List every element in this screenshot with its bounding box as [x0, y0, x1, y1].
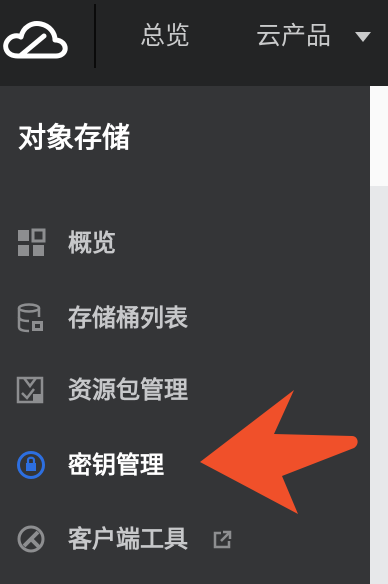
- sidebar-item-overview[interactable]: 概览: [0, 218, 370, 268]
- bucket-database-icon: [17, 303, 43, 333]
- pointer-arrow-annotation: [200, 390, 358, 514]
- sidebar-item-client-tools[interactable]: 客户端工具: [0, 514, 370, 564]
- header-divider: [94, 4, 96, 68]
- external-link-icon[interactable]: [212, 530, 232, 550]
- client-tool-icon: [17, 525, 45, 553]
- top-navigation-bar: 总览 云产品: [0, 0, 388, 86]
- caret-down-icon[interactable]: [355, 32, 371, 42]
- sidebar-item-label: 客户端工具: [68, 525, 188, 553]
- resource-package-icon: [16, 376, 44, 404]
- sidebar-item-label: 资源包管理: [68, 376, 188, 404]
- nav-overview[interactable]: 总览: [140, 19, 190, 53]
- sidebar-title: 对象存储: [18, 121, 131, 154]
- dashboard-grid-icon: [18, 228, 46, 256]
- nav-cloud-products[interactable]: 云产品: [256, 19, 331, 53]
- sidebar-item-bucket-list[interactable]: 存储桶列表: [0, 293, 370, 343]
- key-lock-icon: [17, 451, 45, 479]
- sidebar-item-label: 概览: [68, 229, 116, 257]
- sidebar-item-label: 密钥管理: [68, 451, 164, 479]
- sidebar-item-label: 存储桶列表: [68, 304, 188, 332]
- content-header-edge: [370, 86, 388, 186]
- cloud-logo-icon[interactable]: [0, 16, 68, 64]
